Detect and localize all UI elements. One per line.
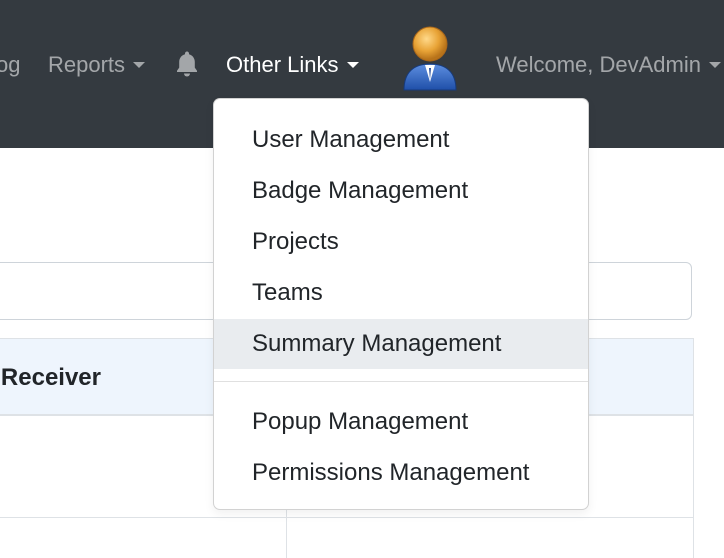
other-links-dropdown-menu: User Management Badge Management Project… [213, 98, 589, 510]
nav-link-reports[interactable]: Reports [48, 50, 146, 80]
nav-link-other-links-label: Other Links [226, 52, 339, 77]
menu-item-permissions-management[interactable]: Permissions Management [214, 448, 588, 498]
nav-link-welcome-user[interactable]: Welcome, DevAdmin [496, 50, 721, 80]
menu-item-projects[interactable]: Projects [214, 217, 588, 267]
nav-link-other-links[interactable]: Other Links [226, 50, 359, 80]
column-divider [286, 518, 287, 558]
menu-item-badge-management[interactable]: Badge Management [214, 166, 588, 216]
caret-down-icon [346, 62, 359, 68]
user-avatar-icon[interactable] [400, 24, 460, 94]
bell-icon[interactable] [174, 50, 200, 78]
menu-item-summary-management[interactable]: Summary Management [214, 319, 588, 369]
nav-link-reports-label: Reports [48, 52, 126, 77]
menu-item-popup-management[interactable]: Popup Management [214, 397, 588, 447]
caret-down-icon [133, 62, 146, 68]
menu-item-teams[interactable]: Teams [214, 268, 588, 318]
table-row [0, 518, 694, 558]
menu-item-user-management[interactable]: User Management [214, 115, 588, 165]
nav-link-blog[interactable]: og [0, 50, 20, 80]
nav-link-welcome-label: Welcome, DevAdmin [496, 52, 701, 77]
caret-down-icon [709, 62, 721, 68]
column-header-receiver: ry Receiver [0, 364, 101, 391]
menu-divider [214, 381, 588, 382]
